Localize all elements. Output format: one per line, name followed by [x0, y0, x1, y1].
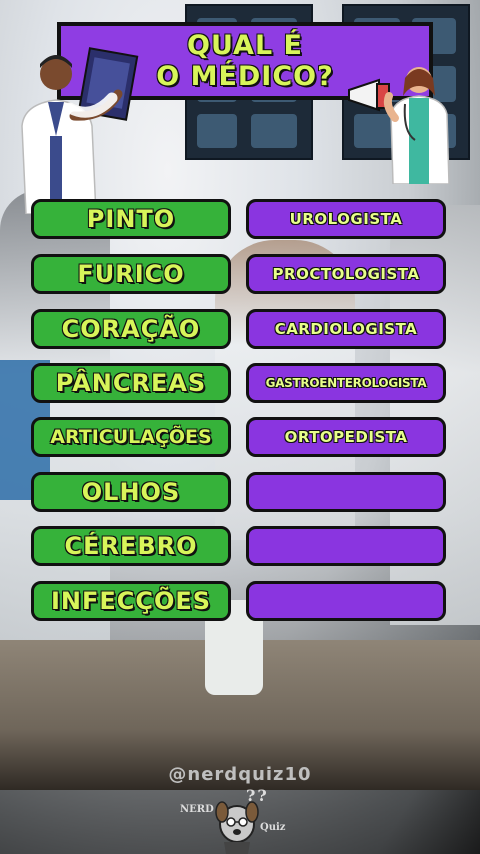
doctor-answer-pill: PROCTOLOGISTA — [246, 254, 446, 294]
organ-pill: PÂNCREAS — [31, 363, 231, 403]
male-doctor-with-xray-icon — [21, 47, 139, 214]
organ-label: PINTO — [86, 205, 176, 233]
doctor-answer-empty-pill — [246, 581, 446, 621]
doctor-answer-label: CARDIOLOGISTA — [274, 320, 418, 338]
organ-pill: FURICO — [31, 254, 231, 294]
doctor-answer-empty-pill — [246, 526, 446, 566]
nerd-quiz-logo: NERD Quiz ?? — [180, 786, 300, 854]
organ-label: PÂNCREAS — [55, 369, 207, 397]
organ-pill: OLHOS — [31, 472, 231, 512]
title-line-1: QUAL É — [187, 30, 303, 61]
organ-label: CORAÇÃO — [61, 315, 201, 343]
organ-pill: INFECÇÕES — [31, 581, 231, 621]
organ-label: CÉREBRO — [64, 532, 198, 560]
organ-pill: CÉREBRO — [31, 526, 231, 566]
organ-pill: CORAÇÃO — [31, 309, 231, 349]
dog-mascot-icon — [215, 801, 259, 854]
doctor-answer-pill: ORTOPEDISTA — [246, 417, 446, 457]
author-handle: @nerdquiz10 — [168, 764, 312, 785]
organ-label: OLHOS — [81, 478, 181, 506]
organ-label: ARTICULAÇÕES — [50, 426, 212, 448]
logo-left-text: NERD — [180, 804, 214, 815]
logo-right-text: Quiz — [260, 822, 286, 833]
organ-label: INFECÇÕES — [50, 587, 212, 615]
doctor-answer-label: ORTOPEDISTA — [284, 428, 408, 446]
doctor-answer-pill: GASTROENTEROLOGISTA — [246, 363, 446, 403]
organ-pill: PINTO — [31, 199, 231, 239]
doctor-answer-pill: CARDIOLOGISTA — [246, 309, 446, 349]
doctor-answer-empty-pill — [246, 472, 446, 512]
female-doctor-with-megaphone-icon — [348, 67, 450, 184]
doctor-answer-label: GASTROENTEROLOGISTA — [265, 376, 427, 390]
organ-label: FURICO — [77, 260, 185, 288]
doctor-answer-label: UROLOGISTA — [289, 210, 403, 228]
doctor-answer-label: PROCTOLOGISTA — [272, 265, 420, 283]
doctor-answer-pill: UROLOGISTA — [246, 199, 446, 239]
title-line-2: O MÉDICO? — [156, 61, 334, 92]
organ-pill: ARTICULAÇÕES — [31, 417, 231, 457]
